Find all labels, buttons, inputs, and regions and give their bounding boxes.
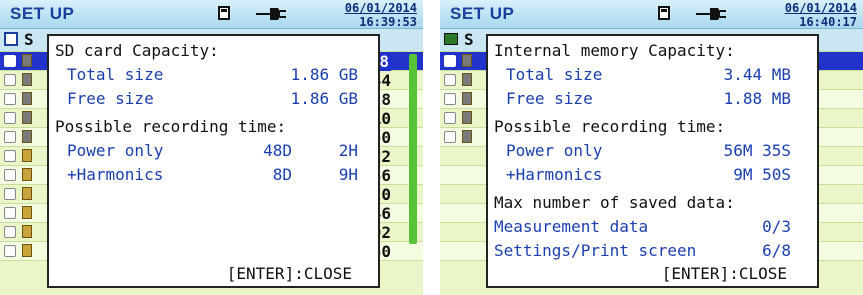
checkbox-icon[interactable] — [444, 131, 456, 143]
file-icon — [22, 130, 32, 143]
file-icon — [22, 149, 32, 162]
checkbox-icon[interactable] — [4, 207, 16, 219]
settings-print-value: 6/8 — [762, 241, 791, 260]
checkbox-icon[interactable] — [444, 112, 456, 124]
dialog-heading: Internal memory Capacity: — [494, 41, 735, 60]
recording-heading: Possible recording time: — [494, 117, 726, 136]
checkbox-icon[interactable] — [4, 112, 16, 124]
date-label: 06/01/2014 — [784, 1, 857, 15]
free-size-label: Free size — [67, 89, 154, 108]
measurement-data-value: 0/3 — [762, 217, 791, 236]
checkbox-icon[interactable] — [4, 245, 16, 257]
power-plug-icon — [256, 8, 286, 20]
free-size-value: 1.86 GB — [290, 89, 358, 108]
checkbox-icon[interactable] — [4, 74, 16, 86]
file-icon — [462, 92, 472, 105]
harmonics-label: +Harmonics — [506, 165, 603, 184]
measurement-data-label: Measurement data — [494, 217, 649, 236]
checkbox-icon[interactable] — [4, 188, 16, 200]
power-only-hours: 2H — [338, 141, 358, 160]
settings-print-label: Settings/Print screen — [494, 241, 697, 260]
checkbox-icon[interactable] — [4, 55, 16, 67]
file-icon — [462, 54, 472, 67]
title-bar: SET UP 06/01/2014 16:39:53 — [0, 0, 423, 29]
checkbox-icon[interactable] — [4, 169, 16, 181]
screen-title: SET UP — [10, 4, 75, 23]
harmonics-label: +Harmonics — [67, 165, 164, 184]
recording-heading: Possible recording time: — [55, 117, 287, 136]
datetime: 06/01/2014 16:39:53 — [343, 1, 417, 29]
sd-card-icon — [658, 6, 670, 20]
power-only-label: Power only — [506, 141, 603, 160]
total-size-value: 3.44 MB — [723, 65, 791, 84]
file-icon — [22, 111, 32, 124]
close-button[interactable]: [ENTER]:CLOSE — [227, 264, 352, 283]
harmonics-hours: 9H — [338, 165, 358, 184]
power-plug-icon — [696, 8, 726, 20]
power-only-time: 56M 35S — [723, 141, 791, 160]
file-icon — [22, 206, 32, 219]
file-icon — [462, 130, 472, 143]
file-icon — [462, 73, 472, 86]
title-bar: SET UP 06/01/2014 16:40:17 — [440, 0, 863, 29]
time-label: 16:40:17 — [799, 15, 857, 29]
capacity-dialog: SD card Capacity: Total size 1.86 GB Fre… — [47, 34, 380, 288]
checkbox-icon[interactable] — [444, 55, 456, 67]
close-button[interactable]: [ENTER]:CLOSE — [662, 264, 787, 283]
file-icon — [462, 111, 472, 124]
capacity-dialog: Internal memory Capacity: Total size 3.4… — [486, 34, 819, 288]
checkbox-icon[interactable] — [444, 74, 456, 86]
power-only-label: Power only — [67, 141, 164, 160]
file-icon — [22, 168, 32, 181]
file-icon — [22, 244, 32, 257]
total-size-label: Total size — [506, 65, 603, 84]
harmonics-time: 9M 50S — [733, 165, 791, 184]
total-size-label: Total size — [67, 65, 164, 84]
file-icon — [22, 54, 32, 67]
sd-card-icon — [218, 6, 230, 20]
folder-icon — [4, 32, 18, 46]
harmonics-days: 8D — [272, 165, 292, 184]
left-screen: SET UP 06/01/2014 16:39:53 S 18 44 — [0, 0, 423, 295]
checkbox-icon[interactable] — [444, 93, 456, 105]
file-icon — [22, 225, 32, 238]
power-only-days: 48D — [263, 141, 292, 160]
file-icon — [22, 92, 32, 105]
time-label: 16:39:53 — [359, 15, 417, 29]
file-icon — [22, 73, 32, 86]
right-screen: SET UP 06/01/2014 16:40:17 S 56 37 — [440, 0, 863, 295]
scrollbar[interactable] — [409, 54, 417, 244]
checkbox-icon[interactable] — [4, 93, 16, 105]
free-size-label: Free size — [506, 89, 593, 108]
screen-title: SET UP — [450, 4, 515, 23]
memory-chip-icon — [444, 33, 458, 45]
list-header-label: S — [24, 30, 34, 49]
free-size-value: 1.88 MB — [723, 89, 791, 108]
checkbox-icon[interactable] — [4, 150, 16, 162]
checkbox-icon[interactable] — [4, 131, 16, 143]
max-saved-heading: Max number of saved data: — [494, 193, 735, 212]
date-label: 06/01/2014 — [344, 1, 417, 15]
dialog-heading: SD card Capacity: — [55, 41, 219, 60]
datetime: 06/01/2014 16:40:17 — [783, 1, 857, 29]
file-icon — [22, 187, 32, 200]
list-header-label: S — [464, 30, 474, 49]
total-size-value: 1.86 GB — [290, 65, 358, 84]
checkbox-icon[interactable] — [4, 226, 16, 238]
